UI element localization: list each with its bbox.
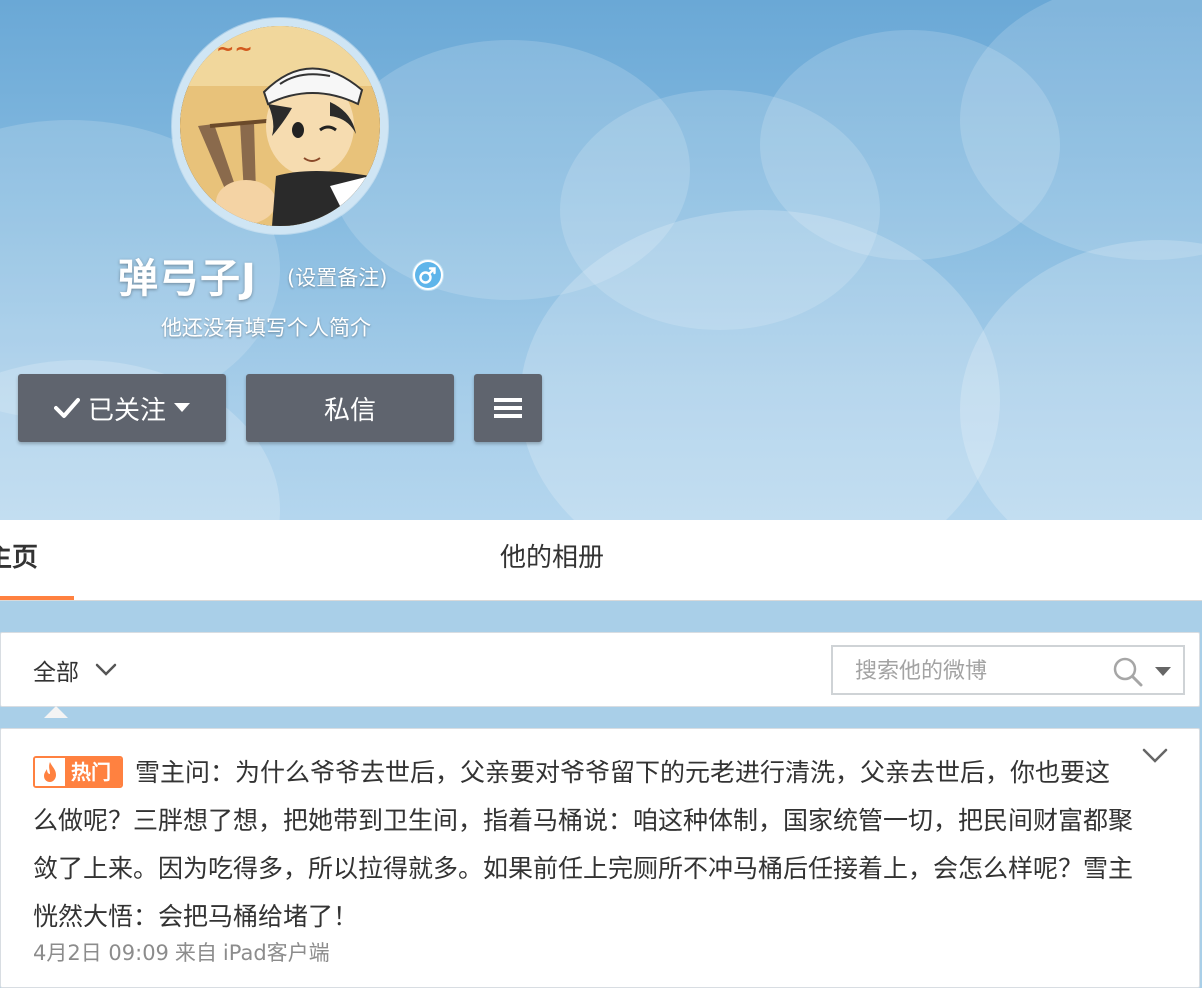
tab-album-label: 他的相册 <box>500 543 605 573</box>
weibo-search-box <box>831 645 1185 695</box>
chevron-down-icon <box>95 663 117 676</box>
post-content: 热门 雪主问：为什么爷爷去世后，父亲要对爷爷留下的元老进行清洗，父亲去世后，你也要… <box>33 749 1133 941</box>
flame-icon <box>35 758 65 786</box>
filter-dropdown[interactable]: 全部 <box>33 653 117 687</box>
male-gender-icon <box>412 259 444 291</box>
avatar-image: ~~ <box>180 26 380 226</box>
post-meta: 4月2日 09:09 来自 iPad客户端 <box>33 937 336 967</box>
private-message-label: 私信 <box>323 395 376 426</box>
svg-text:~~: ~~ <box>216 37 253 62</box>
post-options-chevron-icon[interactable] <box>1141 747 1169 765</box>
hot-badge[interactable]: 热门 <box>33 756 123 788</box>
filter-pointer <box>44 706 68 718</box>
hot-badge-label: 热门 <box>65 758 121 786</box>
profile-cover: ~~ 弹弓子J (设置备注) 他还没有填写个人简介 已关注 私信 <box>0 0 1202 520</box>
more-menu-button[interactable] <box>474 374 542 442</box>
profile-tab-bar: 主页 他的相册 <box>0 520 1202 601</box>
active-tab-indicator <box>0 596 74 600</box>
search-options-caret-icon[interactable] <box>1155 667 1171 677</box>
caret-down-icon <box>174 403 190 412</box>
post-source-link[interactable]: iPad客户端 <box>223 941 330 965</box>
profile-name: 弹弓子J <box>118 256 257 302</box>
tab-home[interactable]: 主页 <box>0 520 74 600</box>
feed-filter-bar: 全部 <box>0 632 1200 707</box>
avatar-frame: ~~ <box>172 18 388 234</box>
tab-home-label: 主页 <box>0 543 39 573</box>
menu-icon <box>494 398 522 418</box>
avatar[interactable]: ~~ <box>180 26 380 226</box>
post-timestamp[interactable]: 4月2日 09:09 <box>33 941 169 965</box>
cloud-decoration <box>960 240 1202 520</box>
weibo-search-input[interactable] <box>853 647 1097 695</box>
post-text: 雪主问：为什么爷爷去世后，父亲要对爷爷留下的元老进行清洗，父亲去世后，你也要这么… <box>33 758 1134 931</box>
weibo-post-card: 热门 雪主问：为什么爷爷去世后，父亲要对爷爷留下的元老进行清洗，父亲去世后，你也要… <box>0 728 1200 988</box>
post-from-label: 来自 <box>174 941 217 965</box>
set-remark-link[interactable]: (设置备注) <box>287 262 387 292</box>
profile-bio: 他还没有填写个人简介 <box>161 316 371 340</box>
checkmark-icon <box>53 398 80 418</box>
tab-album[interactable]: 他的相册 <box>500 520 604 600</box>
following-dropdown-button[interactable]: 已关注 <box>18 374 226 442</box>
private-message-button[interactable]: 私信 <box>246 374 454 442</box>
filter-current-label: 全部 <box>33 660 79 686</box>
search-icon[interactable] <box>1113 657 1143 687</box>
following-label: 已关注 <box>87 395 166 426</box>
